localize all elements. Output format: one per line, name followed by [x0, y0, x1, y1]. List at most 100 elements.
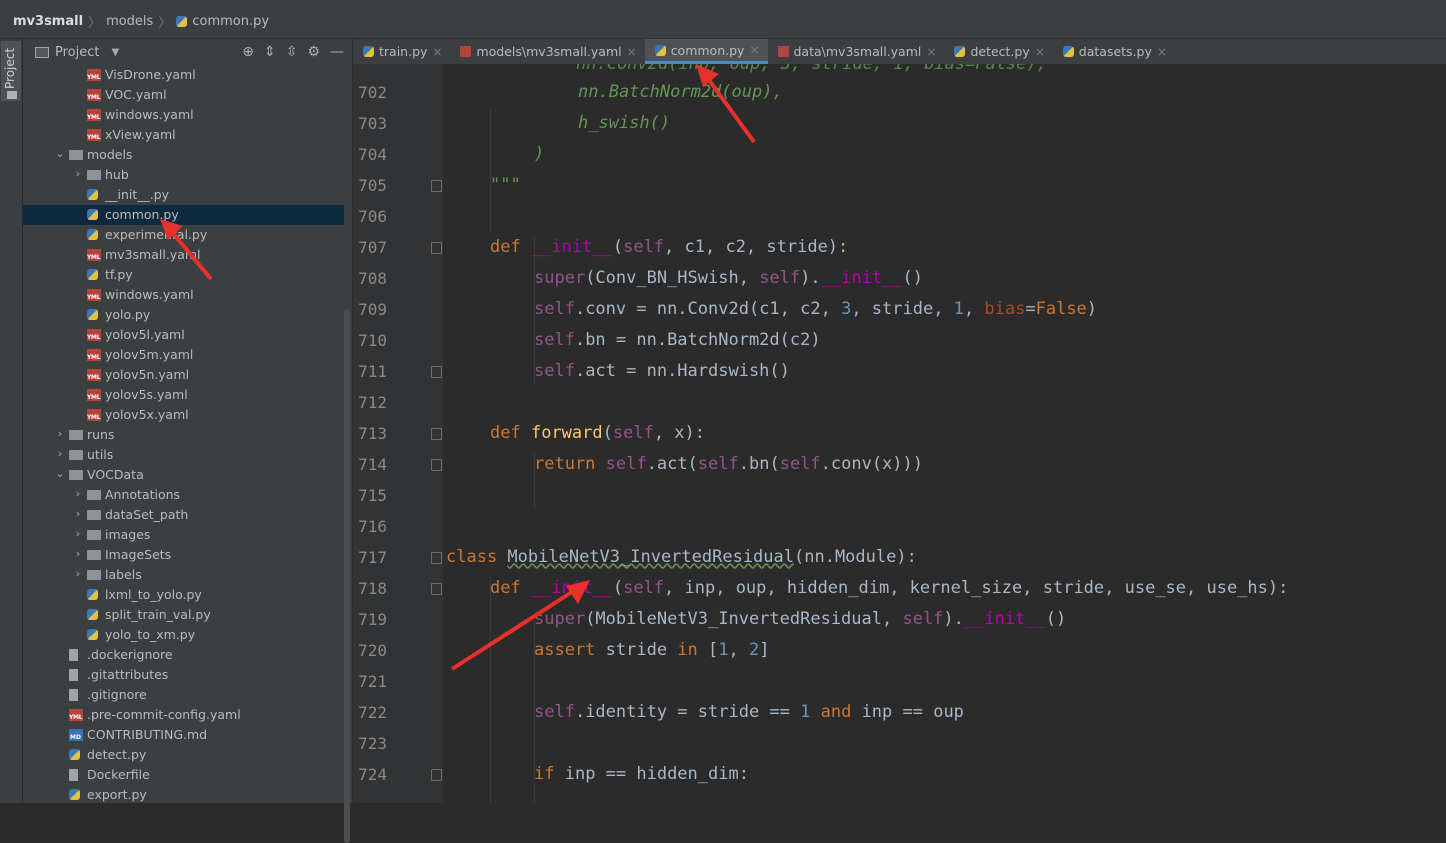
folder-icon [69, 470, 83, 480]
tree-file[interactable]: .dockerignore [23, 645, 344, 665]
tree-file[interactable]: VOC.yaml [23, 85, 344, 105]
code-token: , x): [653, 423, 705, 443]
chevron-right-icon[interactable]: › [55, 447, 65, 460]
tree-file[interactable]: mv3small.yaml [23, 245, 344, 265]
code-token: ) [534, 144, 545, 164]
tree-folder[interactable]: › runs [23, 425, 344, 445]
project-tool-tab[interactable]: Project [1, 41, 21, 101]
tree-file[interactable]: yolov5n.yaml [23, 365, 344, 385]
fold-marker-icon[interactable] [431, 366, 442, 378]
fold-marker-icon[interactable] [431, 459, 442, 471]
fold-marker-icon[interactable] [431, 583, 442, 595]
chevron-right-icon[interactable]: › [73, 567, 83, 580]
editor-tab[interactable]: detect.py × [944, 39, 1052, 64]
tree-item-label: yolov5x.yaml [105, 407, 189, 422]
chevron-right-icon[interactable]: › [73, 547, 83, 560]
tree-file[interactable]: lxml_to_yolo.py [23, 585, 344, 605]
close-icon[interactable]: × [749, 43, 759, 57]
fold-marker-icon[interactable] [431, 180, 442, 192]
tree-file[interactable]: VisDrone.yaml [23, 65, 344, 85]
editor-tab[interactable]: train.py × [353, 39, 450, 64]
fold-marker-icon[interactable] [431, 242, 442, 254]
tree-file[interactable]: export.py [23, 785, 344, 803]
tree-file[interactable]: detect.py [23, 745, 344, 765]
tree-folder[interactable]: › dataSet_path [23, 505, 344, 525]
project-tree: VisDrone.yaml VOC.yaml windows.yaml xView.y… [23, 65, 344, 803]
tree-file[interactable]: yolo_to_xm.py [23, 625, 344, 645]
close-icon[interactable]: × [926, 45, 936, 59]
editor-tab[interactable]: datasets.py × [1053, 39, 1175, 64]
code-token: class [446, 547, 508, 567]
tree-folder[interactable]: › images [23, 525, 344, 545]
close-icon[interactable]: × [1157, 45, 1167, 59]
chevron-down-icon[interactable]: ⌄ [55, 467, 65, 480]
tree-file[interactable]: experimental.py [23, 225, 344, 245]
chevron-right-icon[interactable]: › [55, 427, 65, 440]
editor-tab[interactable]: data\mv3small.yaml × [768, 39, 945, 64]
code-token: ( [602, 423, 613, 443]
hide-panel-icon[interactable]: — [330, 44, 344, 60]
python-file-icon [87, 589, 98, 600]
gear-icon[interactable]: ⚙ [307, 44, 320, 60]
tree-folder[interactable]: ⌄ VOCData [23, 465, 344, 485]
code-token: 1 [953, 299, 964, 319]
tree-folder[interactable]: › Annotations [23, 485, 344, 505]
code-editor[interactable]: nn.Conv2d(inp, oup, 3, stride, 1, bias=F… [443, 64, 1446, 803]
tree-file[interactable]: __init__.py [23, 185, 344, 205]
chevron-right-icon[interactable]: › [73, 167, 83, 180]
tree-file[interactable]: tf.py [23, 265, 344, 285]
chevron-right-icon[interactable]: › [73, 527, 83, 540]
chevron-right-icon[interactable]: › [73, 487, 83, 500]
tree-folder[interactable]: › utils [23, 445, 344, 465]
expand-all-icon[interactable]: ⇕ [264, 44, 276, 60]
close-icon[interactable]: × [432, 45, 442, 59]
tree-folder[interactable]: › hub [23, 165, 344, 185]
tree-file[interactable]: CONTRIBUTING.md [23, 725, 344, 745]
tree-file[interactable]: yolov5x.yaml [23, 405, 344, 425]
code-line: def __init__(self, inp, oup, hidden_dim,… [490, 573, 1446, 604]
fold-marker-icon[interactable] [431, 552, 442, 564]
editor-tab[interactable]: models\mv3small.yaml × [450, 39, 644, 64]
breadcrumb-file[interactable]: common.py [176, 14, 269, 29]
project-view-selector[interactable]: Project [55, 45, 99, 60]
locate-file-icon[interactable]: ⊕ [242, 44, 254, 60]
tree-file[interactable]: yolov5m.yaml [23, 345, 344, 365]
editor-tab[interactable]: common.py × [644, 39, 768, 64]
tree-file[interactable]: split_train_val.py [23, 605, 344, 625]
tree-file[interactable]: yolov5l.yaml [23, 325, 344, 345]
tree-file[interactable]: .gitattributes [23, 665, 344, 685]
project-tree-scrollbar[interactable] [344, 309, 350, 843]
python-file-icon [87, 629, 98, 640]
fold-marker-icon[interactable] [431, 428, 442, 440]
code-token: .identity = stride == [574, 702, 801, 722]
tree-file[interactable]: .gitignore [23, 685, 344, 705]
tree-file[interactable]: common.py [23, 205, 344, 225]
text-file-icon [69, 669, 78, 681]
close-icon[interactable]: × [627, 45, 637, 59]
breadcrumb-project[interactable]: mv3small [13, 14, 83, 29]
tree-folder[interactable]: › ImageSets [23, 545, 344, 565]
code-token: inp == oup [861, 702, 964, 722]
tree-file[interactable]: yolov5s.yaml [23, 385, 344, 405]
yaml-file-icon [87, 409, 101, 421]
chevron-right-icon[interactable]: › [73, 507, 83, 520]
collapse-all-icon[interactable]: ⇳ [286, 44, 298, 60]
tree-file[interactable]: yolo.py [23, 305, 344, 325]
chevron-down-icon[interactable]: ⌄ [55, 147, 65, 160]
tree-file[interactable]: windows.yaml [23, 105, 344, 125]
chevron-down-icon[interactable]: ▼ [111, 47, 119, 58]
tree-file[interactable]: Dockerfile [23, 765, 344, 785]
folder-icon [87, 570, 101, 580]
code-line: def forward(self, x): [490, 418, 1446, 449]
close-icon[interactable]: × [1035, 45, 1045, 59]
tree-file[interactable]: xView.yaml [23, 125, 344, 145]
tree-file[interactable]: .pre-commit-config.yaml [23, 705, 344, 725]
line-number: 714 [358, 455, 387, 474]
tree-folder[interactable]: › labels [23, 565, 344, 585]
tree-file[interactable]: windows.yaml [23, 285, 344, 305]
left-tool-strip: Project [0, 39, 23, 803]
tree-folder[interactable]: ⌄ models [23, 145, 344, 165]
fold-marker-icon[interactable] [431, 769, 442, 781]
code-token: .bn = nn.BatchNorm2d(c2) [574, 330, 821, 350]
breadcrumb-folder[interactable]: models [106, 14, 153, 29]
